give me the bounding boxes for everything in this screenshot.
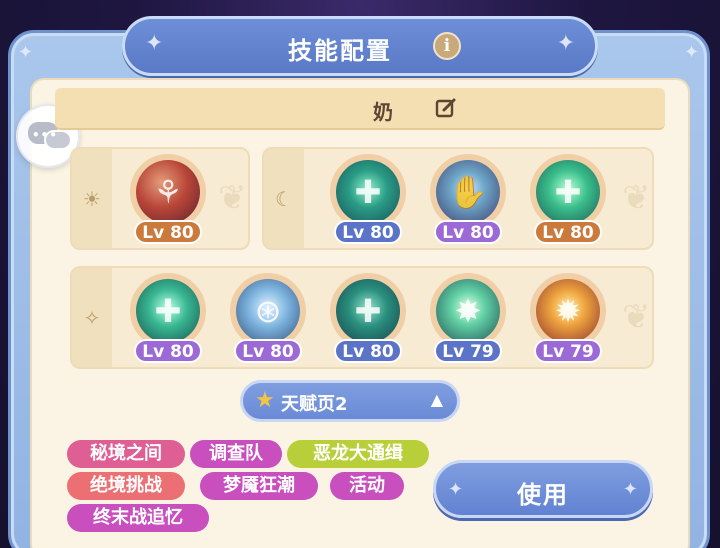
info-icon[interactable]: i <box>433 32 461 60</box>
skill-level-badge: Lv 79 <box>434 339 502 363</box>
decor-flourish: ❦ <box>622 178 651 218</box>
skill-art-teal-cross: ✚ <box>136 279 200 343</box>
skill-art-blue-beam: ⊛ <box>236 279 300 343</box>
mode-tag[interactable]: 恶龙大通缉 <box>287 440 429 468</box>
skill-slot[interactable]: ✚ Lv 80 <box>330 154 406 254</box>
skill-art-teal-hand: ✚ <box>336 160 400 224</box>
mode-tag[interactable]: 调查队 <box>190 440 282 468</box>
corner-star-icon: ✦ <box>684 42 700 63</box>
edit-pencil-icon[interactable] <box>435 97 457 119</box>
talent-page-label: 天赋页2 <box>281 394 348 415</box>
skill-level-badge: Lv 80 <box>234 339 302 363</box>
title-banner: ✦ ✦ 技能配置 i <box>122 16 598 76</box>
skill-art-fire-burst: ✹ <box>536 279 600 343</box>
skill-art-green-star: ✸ <box>436 279 500 343</box>
skill-level-badge: Lv 79 <box>534 339 602 363</box>
talent-page-dropdown[interactable]: ★ 天赋页2 ▲ <box>240 380 460 422</box>
skill-slot[interactable]: ⊛ Lv 80 <box>230 273 306 373</box>
decor-flourish: ❦ <box>622 297 651 337</box>
mode-tag[interactable]: 终末战追忆 <box>67 504 209 532</box>
caret-up-icon: ▲ <box>430 390 443 409</box>
chat-dots: ••• <box>32 128 59 142</box>
skill-slot[interactable]: ✋ Lv 80 <box>430 154 506 254</box>
corner-star-icon: ✦ <box>18 42 34 63</box>
moon-icon: ☾ <box>275 187 293 211</box>
skill-level-badge: Lv 80 <box>534 220 602 244</box>
decor-flourish: ❦ <box>218 178 247 218</box>
skill-level-badge: Lv 80 <box>134 339 202 363</box>
loadout-name: 奶 <box>373 100 393 124</box>
use-button-label: 使用 <box>517 481 569 509</box>
mode-tag[interactable]: 梦魇狂潮 <box>200 472 318 500</box>
loadout-name-bar: 奶 <box>55 88 665 130</box>
skill-level-badge: Lv 80 <box>434 220 502 244</box>
skill-slot[interactable]: ✚ Lv 80 <box>130 273 206 373</box>
skill-level-badge: Lv 80 <box>134 220 202 244</box>
skill-slot[interactable]: ✚ Lv 80 <box>530 154 606 254</box>
sparkle-icon: ✧ <box>83 306 101 330</box>
skill-art-teal-wave: ✚ <box>336 279 400 343</box>
sun-icon: ☀ <box>83 187 101 211</box>
skill-slot[interactable]: ✸ Lv 79 <box>430 273 506 373</box>
skill-art-red: ⚘ <box>136 160 200 224</box>
mode-tag[interactable]: 绝境挑战 <box>67 472 185 500</box>
star-icon: ★ <box>255 388 275 413</box>
mode-tag[interactable]: 活动 <box>330 472 404 500</box>
skill-slot[interactable]: ⚘ Lv 80 <box>130 154 206 254</box>
skill-art-purple-hand: ✋ <box>436 160 500 224</box>
page-title: 技能配置 <box>288 37 392 65</box>
mode-tag[interactable]: 秘境之间 <box>67 440 185 468</box>
skill-level-badge: Lv 80 <box>334 339 402 363</box>
skill-slot[interactable]: ✚ Lv 80 <box>330 273 406 373</box>
skill-level-badge: Lv 80 <box>334 220 402 244</box>
skill-slot[interactable]: ✹ Lv 79 <box>530 273 606 373</box>
skill-art-teal-heal: ✚ <box>536 160 600 224</box>
use-button[interactable]: ✦ ✦ 使用 <box>433 460 653 518</box>
